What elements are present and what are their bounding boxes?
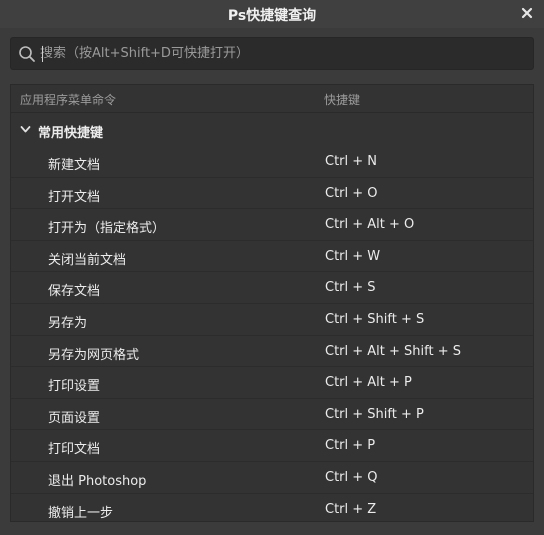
chevron-down-icon (20, 126, 31, 133)
row-shortcut: Ctrl + Z (325, 501, 377, 517)
row-command: 撤销上一步 (48, 505, 114, 521)
title-bar: Ps快捷键查询 (0, 0, 544, 28)
search-box[interactable] (10, 37, 534, 70)
table-row[interactable]: 保存文档 Ctrl + S (11, 272, 533, 304)
row-command: 保存文档 (48, 284, 101, 300)
shortcut-table: 应用程序菜单命令 快捷键 常用快捷键 新建文档 Ctrl + N 打开文档 Ctrl … (10, 84, 534, 522)
window-title: Ps快捷键查询 (227, 8, 317, 24)
row-shortcut: Ctrl + N (325, 154, 378, 169)
table-body: 新建文档 Ctrl + N 打开文档 Ctrl + O 打开为（指定格式） Ctrl + … (11, 146, 533, 521)
row-shortcut: Ctrl + Shift + S (325, 311, 425, 327)
table-row[interactable]: 关闭当前文档 Ctrl + W (11, 241, 533, 273)
row-command: 另存为网页格式 (48, 347, 140, 363)
table-row[interactable]: 撤销上一步 Ctrl + Z (11, 494, 533, 521)
row-command: 打印文档 (48, 442, 101, 458)
table-row[interactable]: 另存为 Ctrl + Shift + S (11, 304, 533, 336)
row-command: 关闭当前文档 (48, 252, 127, 268)
row-command: 退出 Photoshop (48, 473, 147, 489)
table-header: 应用程序菜单命令 快捷键 (11, 85, 533, 113)
column-header-command: 应用程序菜单命令 (20, 93, 117, 107)
row-shortcut: Ctrl + P (325, 438, 376, 454)
row-shortcut: Ctrl + Alt + P (325, 375, 412, 391)
row-command: 新建文档 (48, 158, 101, 173)
row-command: 打开为（指定格式） (48, 221, 166, 237)
row-shortcut: Ctrl + O (325, 185, 378, 201)
table-row[interactable]: 另存为网页格式 Ctrl + Alt + Shift + S (11, 336, 533, 368)
table-row[interactable]: 新建文档 Ctrl + N (11, 146, 533, 178)
row-shortcut: Ctrl + Q (325, 469, 378, 485)
row-command: 打开文档 (48, 189, 101, 205)
row-shortcut: Ctrl + Alt + O (325, 217, 415, 233)
search-icon (19, 46, 35, 62)
row-shortcut: Ctrl + S (325, 280, 376, 296)
table-row[interactable]: 打开文档 Ctrl + O (11, 178, 533, 210)
text-cursor (42, 46, 43, 62)
group-label: 常用快捷键 (38, 126, 104, 141)
close-button[interactable] (519, 5, 535, 21)
table-row[interactable]: 页面设置 Ctrl + Shift + P (11, 399, 533, 431)
table-row[interactable]: 打印设置 Ctrl + Alt + P (11, 367, 533, 399)
table-row[interactable]: 打开为（指定格式） Ctrl + Alt + O (11, 209, 533, 241)
column-header-shortcut: 快捷键 (324, 93, 361, 107)
table-row[interactable]: 退出 Photoshop Ctrl + Q (11, 462, 533, 494)
close-icon (521, 7, 533, 19)
row-command: 另存为 (48, 315, 88, 331)
row-command: 打印设置 (48, 379, 101, 395)
row-shortcut: Ctrl + W (325, 248, 381, 264)
row-shortcut: Ctrl + Alt + Shift + S (325, 343, 462, 359)
group-toggle[interactable]: 常用快捷键 (11, 116, 533, 144)
table-row[interactable]: 打印文档 Ctrl + P (11, 430, 533, 462)
row-command: 页面设置 (48, 410, 101, 426)
search-input[interactable] (40, 38, 520, 69)
row-shortcut: Ctrl + Shift + P (325, 406, 424, 422)
